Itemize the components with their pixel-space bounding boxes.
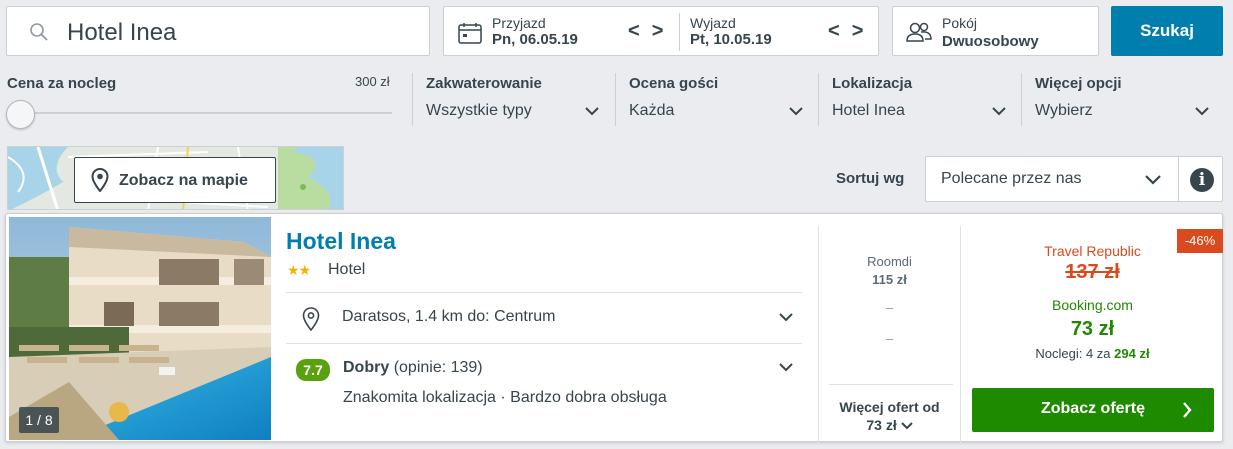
sort-value: Polecane przez nas bbox=[941, 170, 1082, 187]
hotel-name-link[interactable]: Hotel Inea bbox=[286, 228, 396, 255]
chevron-down-icon bbox=[585, 107, 599, 116]
rating-review-count: (opinie: 139) bbox=[393, 359, 483, 376]
best-deal-column: -46% Travel Republic 137 zł Booking.com … bbox=[961, 214, 1224, 443]
price-slider-handle[interactable] bbox=[6, 100, 35, 129]
date-divider bbox=[679, 13, 680, 51]
location-value: Hotel Inea bbox=[832, 102, 905, 119]
hotel-location[interactable]: Daratsos, 1.4 km do: Centrum bbox=[342, 308, 555, 326]
more-options-title: Więcej opcji bbox=[1035, 75, 1122, 92]
date-picker[interactable]: Przyjazd Pn, 06.05.19 < > Wyjazd Pt, 10.… bbox=[443, 6, 879, 56]
chevron-right-icon bbox=[1183, 402, 1192, 418]
checkin-value: Pn, 06.05.19 bbox=[492, 31, 578, 48]
hotel-type: Hotel bbox=[328, 261, 366, 278]
old-price-provider: Travel Republic bbox=[1044, 243, 1141, 259]
accommodation-title: Zakwaterowanie bbox=[426, 75, 542, 92]
other-provider-price[interactable]: 115 zł bbox=[819, 272, 960, 287]
checkout-next-button[interactable]: > bbox=[852, 21, 864, 41]
calendar-icon bbox=[458, 23, 482, 44]
deal-price: 73 zł bbox=[1070, 318, 1115, 340]
more-offers-price-row: 73 zł bbox=[819, 416, 960, 434]
rating-highlights: Znakomita lokalizacja · Bardzo dobra obs… bbox=[343, 389, 667, 406]
hotel-stars: ★★ bbox=[287, 262, 311, 278]
filter-divider bbox=[412, 73, 413, 126]
empty-offer: – bbox=[885, 300, 894, 315]
location-title: Lokalizacja bbox=[832, 75, 913, 92]
empty-offer: – bbox=[885, 331, 894, 346]
chevron-down-icon bbox=[1195, 107, 1209, 116]
map-pin-icon bbox=[91, 168, 109, 192]
view-deal-button[interactable]: Zobacz ofertę bbox=[972, 388, 1214, 432]
chevron-down-icon bbox=[900, 422, 913, 430]
divider bbox=[286, 343, 802, 344]
checkout-field[interactable]: Wyjazd Pt, 10.05.19 bbox=[690, 15, 772, 48]
rooms-value: Dwuosobowy bbox=[942, 33, 1039, 50]
map-pin-icon bbox=[302, 307, 320, 331]
chevron-down-icon[interactable] bbox=[779, 363, 793, 372]
divider bbox=[829, 384, 953, 385]
checkout-arrows: < > bbox=[828, 21, 864, 41]
search-bar: Hotel Inea Przyjazd Pn, 06.05.19 < > Wyj… bbox=[0, 0, 1233, 65]
chevron-down-icon bbox=[1145, 175, 1161, 185]
old-price: 137 zł bbox=[1065, 261, 1120, 283]
filter-divider bbox=[818, 73, 819, 126]
filter-divider bbox=[615, 73, 616, 126]
price-filter-title: Cena za nocleg bbox=[7, 75, 117, 92]
price-slider-track[interactable] bbox=[20, 112, 392, 114]
filter-bar: Cena za nocleg 300 zł Zakwaterowanie Wsz… bbox=[0, 65, 1233, 141]
price-filter-max: 300 zł bbox=[355, 74, 390, 89]
guest-rating-filter[interactable]: Ocena gości Każda bbox=[615, 65, 818, 129]
rooms-label: Pokój bbox=[942, 15, 978, 31]
info-icon: i bbox=[1190, 168, 1214, 192]
divider bbox=[286, 292, 802, 293]
more-offers-price: 73 zł bbox=[866, 417, 897, 433]
guest-rating-title: Ocena gości bbox=[629, 75, 719, 92]
checkout-label: Wyjazd bbox=[690, 15, 736, 31]
location-filter[interactable]: Lokalizacja Hotel Inea bbox=[818, 65, 1021, 129]
checkin-field[interactable]: Przyjazd Pn, 06.05.19 bbox=[492, 15, 578, 48]
sort-info-button[interactable]: i bbox=[1178, 156, 1223, 202]
checkout-value: Pt, 10.05.19 bbox=[690, 31, 772, 48]
other-offers-column: Roomdi 115 zł – – Więcej ofert od 73 zł bbox=[819, 214, 960, 443]
accommodation-value: Wszystkie typy bbox=[426, 102, 532, 119]
hotel-photo[interactable]: 1 / 8 bbox=[9, 217, 271, 440]
view-on-map-label: Zobacz na mapie bbox=[119, 172, 248, 189]
more-options-filter[interactable]: Więcej opcji Wybierz bbox=[1021, 65, 1226, 129]
chevron-down-icon bbox=[992, 107, 1006, 116]
chevron-down-icon bbox=[789, 107, 803, 116]
nights-total: Noclegi: 4 za 294 zł bbox=[961, 346, 1224, 361]
nights-text: Noclegi: 4 za bbox=[1035, 346, 1111, 361]
search-icon bbox=[30, 23, 48, 41]
more-offers-label: Więcej ofert od bbox=[839, 399, 940, 415]
sort-label: Sortuj wg bbox=[836, 170, 905, 187]
hotel-result-card: 1 / 8 Hotel Inea ★★ Hotel Daratsos, 1.4 … bbox=[5, 213, 1224, 443]
accommodation-filter[interactable]: Zakwaterowanie Wszystkie typy bbox=[412, 65, 615, 129]
rating-word: Dobry bbox=[343, 359, 390, 376]
checkin-prev-button[interactable]: < bbox=[628, 21, 640, 41]
checkout-prev-button[interactable]: < bbox=[828, 21, 840, 41]
checkin-label: Przyjazd bbox=[492, 15, 546, 31]
nights-total-price: 294 zł bbox=[1114, 346, 1150, 361]
guest-rating-value: Każda bbox=[629, 102, 675, 119]
chevron-down-icon[interactable] bbox=[779, 313, 793, 322]
sort-select[interactable]: Polecane przez nas bbox=[925, 156, 1179, 202]
view-deal-label: Zobacz ofertę bbox=[1040, 400, 1145, 417]
guests-icon bbox=[906, 22, 932, 42]
filter-divider bbox=[1021, 73, 1022, 126]
checkin-next-button[interactable]: > bbox=[652, 21, 664, 41]
photo-counter: 1 / 8 bbox=[19, 407, 59, 433]
deal-provider: Booking.com bbox=[1052, 297, 1133, 313]
destination-search-input[interactable]: Hotel Inea bbox=[6, 6, 430, 56]
rooms-selector[interactable]: Pokój Dwuosobowy bbox=[892, 6, 1099, 56]
more-options-value: Wybierz bbox=[1035, 102, 1093, 119]
rating-score-badge: 7.7 bbox=[296, 359, 330, 381]
other-provider-name: Roomdi bbox=[867, 254, 912, 269]
search-button[interactable]: Szukaj bbox=[1111, 6, 1223, 56]
rating-summary[interactable]: Dobry (opinie: 139) bbox=[343, 359, 483, 377]
view-on-map-button[interactable]: Zobacz na mapie bbox=[74, 157, 276, 203]
more-offers-button[interactable]: Więcej ofert od 73 zł bbox=[819, 398, 960, 434]
checkin-arrows: < > bbox=[628, 21, 664, 41]
destination-value: Hotel Inea bbox=[67, 19, 177, 46]
